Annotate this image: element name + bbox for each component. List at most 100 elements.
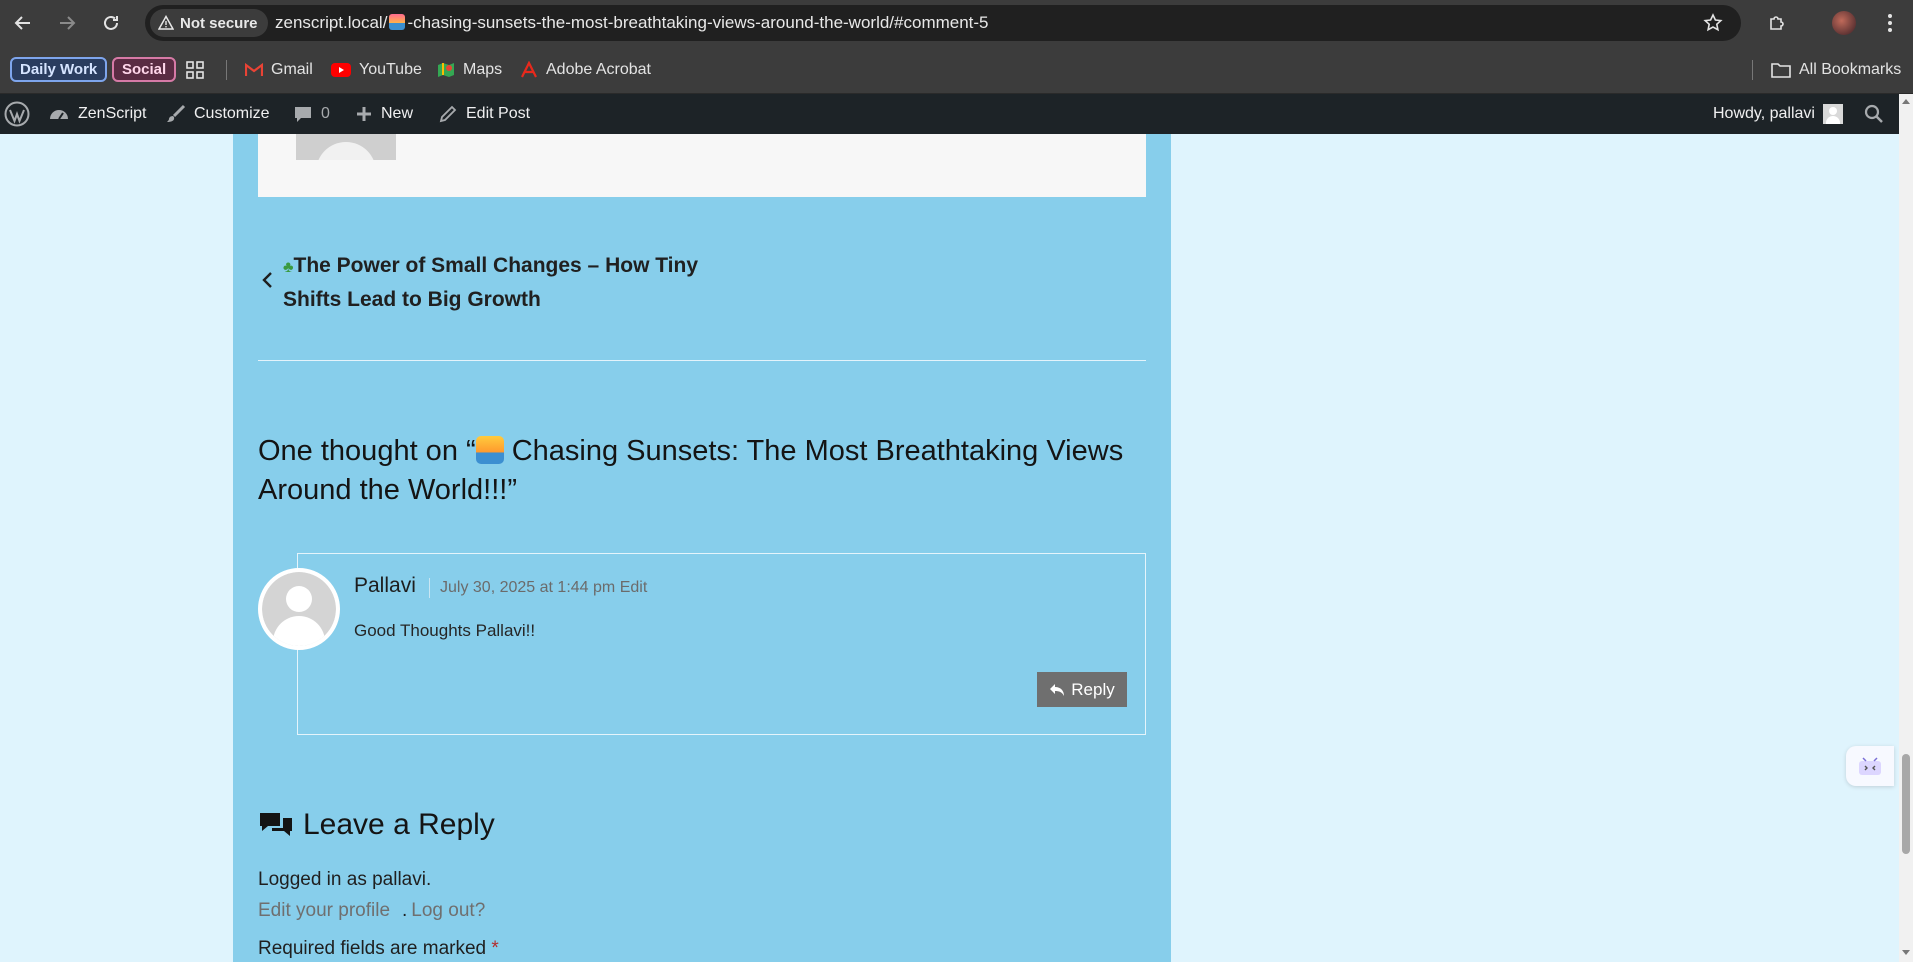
site-name: ZenScript xyxy=(78,105,147,122)
my-account-menu[interactable]: Howdy, pallavi xyxy=(1713,94,1843,134)
edit-post-link[interactable]: Edit Post xyxy=(438,94,530,134)
url-text[interactable]: zenscript.local/ -chasing-sunsets-the-mos… xyxy=(275,5,989,41)
comments-icon xyxy=(260,813,292,836)
post-nav-divider xyxy=(258,360,1146,361)
wordpress-logo-icon xyxy=(4,101,30,127)
url-suffix: -chasing-sunsets-the-most-breathtaking-v… xyxy=(407,13,989,32)
scrollbar-thumb[interactable] xyxy=(1902,754,1910,854)
comment-text: Good Thoughts Pallavi!! xyxy=(354,621,536,640)
bookmark-gmail[interactable]: Gmail xyxy=(245,56,313,84)
bookmark-star-button[interactable] xyxy=(1698,8,1728,38)
author-avatar xyxy=(296,134,396,160)
wp-admin-bar: ZenScript Customize 0 New Edit Post Howd… xyxy=(0,94,1913,134)
new-label: New xyxy=(381,105,414,122)
youtube-icon xyxy=(331,63,351,77)
adobe-acrobat-icon xyxy=(521,61,537,78)
comments-count: 0 xyxy=(321,105,330,122)
comment-date-link[interactable]: July 30, 2025 at 1:44 pm xyxy=(440,579,615,596)
wp-logo-menu[interactable] xyxy=(4,94,30,134)
url-prefix: zenscript.local/ xyxy=(275,13,388,32)
apps-grid-icon xyxy=(186,61,204,79)
apps-button[interactable] xyxy=(186,56,204,84)
comments-title-prefix: One thought on “ xyxy=(258,435,476,467)
search-button[interactable] xyxy=(1864,94,1884,134)
maps-icon xyxy=(438,63,454,77)
comment-item xyxy=(297,553,1146,735)
puzzle-icon xyxy=(1770,16,1784,30)
required-star: * xyxy=(491,938,499,959)
tab-group-daily-work[interactable]: Daily Work xyxy=(10,57,108,82)
bookmark-adobe-acrobat[interactable]: Adobe Acrobat xyxy=(520,56,651,84)
browser-toolbar: Not secure zenscript.local/ -chasing-suns… xyxy=(0,0,1913,46)
kebab-menu-icon xyxy=(1888,14,1892,32)
bookmarks-bar: Daily Work Social Gmail YouTube Maps Ado… xyxy=(0,46,1913,94)
bookmark-youtube[interactable]: YouTube xyxy=(331,56,422,84)
all-bookmarks-label: All Bookmarks xyxy=(1799,61,1902,78)
pencil-icon xyxy=(439,105,457,123)
arrow-right-icon xyxy=(60,16,76,30)
leave-reply-title: Leave a Reply xyxy=(258,808,495,842)
site-name-menu[interactable]: ZenScript xyxy=(48,94,146,134)
search-icon xyxy=(1864,104,1883,123)
bookmark-divider xyxy=(226,60,227,80)
howdy-text: Howdy, pallavi xyxy=(1713,105,1815,122)
page-scrollbar[interactable] xyxy=(1899,94,1913,962)
bookmark-label: Maps xyxy=(463,61,503,78)
edit-profile-link[interactable]: Edit your profile xyxy=(258,900,390,921)
star-icon xyxy=(1703,13,1723,32)
tab-group-social[interactable]: Social xyxy=(112,57,177,82)
new-content-menu[interactable]: New xyxy=(355,94,413,134)
profile-avatar xyxy=(1832,11,1856,35)
customize-link[interactable]: Customize xyxy=(166,94,270,134)
chevron-left-icon[interactable] xyxy=(258,270,278,290)
logged-in-as-text: Logged in as pallavi. xyxy=(258,869,432,890)
bookmark-label: YouTube xyxy=(359,61,422,78)
post-content-area: ♣The Power of Small Changes – How Tiny S… xyxy=(233,134,1171,962)
scroll-down-icon[interactable] xyxy=(1899,946,1913,958)
dashboard-icon xyxy=(50,110,68,120)
leave-reply-label: Leave a Reply xyxy=(303,808,495,841)
bookmark-divider xyxy=(1752,60,1753,80)
folder-icon xyxy=(1771,63,1791,78)
browser-menu-button[interactable] xyxy=(1875,8,1905,38)
reload-icon xyxy=(104,15,118,30)
floating-assistant-button[interactable] xyxy=(1846,746,1894,786)
reply-arrow-icon xyxy=(1050,683,1065,696)
gmail-icon xyxy=(245,63,263,76)
security-indicator[interactable]: Not secure xyxy=(150,9,268,37)
back-button[interactable] xyxy=(8,8,38,38)
comment-bubble-icon xyxy=(295,107,311,122)
assistant-face-icon xyxy=(1859,757,1881,775)
extensions-button[interactable] xyxy=(1762,8,1792,38)
comment-author-name[interactable]: Pallavi xyxy=(354,574,416,598)
comments-link[interactable]: 0 xyxy=(293,94,330,134)
author-bio-box xyxy=(258,134,1146,197)
user-avatar xyxy=(1822,104,1843,124)
bookmark-label: Gmail xyxy=(271,61,313,78)
comment-reply-button[interactable]: Reply xyxy=(1037,672,1127,707)
bookmark-label: Adobe Acrobat xyxy=(546,61,651,78)
all-bookmarks-button[interactable]: All Bookmarks xyxy=(1771,56,1901,84)
previous-post-link[interactable]: ♣The Power of Small Changes – How Tiny S… xyxy=(283,250,723,316)
sunrise-emoji-icon xyxy=(475,436,504,464)
links-separator: . xyxy=(402,900,408,921)
scroll-up-icon[interactable] xyxy=(1899,96,1913,108)
profile-button[interactable] xyxy=(1829,8,1859,38)
comment-meta-divider xyxy=(429,578,430,598)
required-fields-note: Required fields are marked * xyxy=(258,938,499,960)
edit-post-label: Edit Post xyxy=(466,105,531,122)
address-bar[interactable]: Not secure zenscript.local/ -chasing-suns… xyxy=(145,5,1741,41)
bookmark-maps[interactable]: Maps xyxy=(437,56,502,84)
customize-label: Customize xyxy=(194,105,270,122)
security-label: Not secure xyxy=(180,14,258,32)
comment-edit-link[interactable]: Edit xyxy=(620,579,648,596)
warning-icon xyxy=(158,15,174,30)
forward-button[interactable] xyxy=(52,8,82,38)
plus-icon xyxy=(357,107,371,121)
reload-button[interactable] xyxy=(96,8,126,38)
logout-link[interactable]: Log out? xyxy=(411,900,485,921)
paintbrush-icon xyxy=(167,104,186,122)
comments-title: One thought on “ Chasing Sunsets: The Mo… xyxy=(258,432,1146,510)
comment-avatar xyxy=(258,568,340,650)
reply-label: Reply xyxy=(1071,679,1115,699)
